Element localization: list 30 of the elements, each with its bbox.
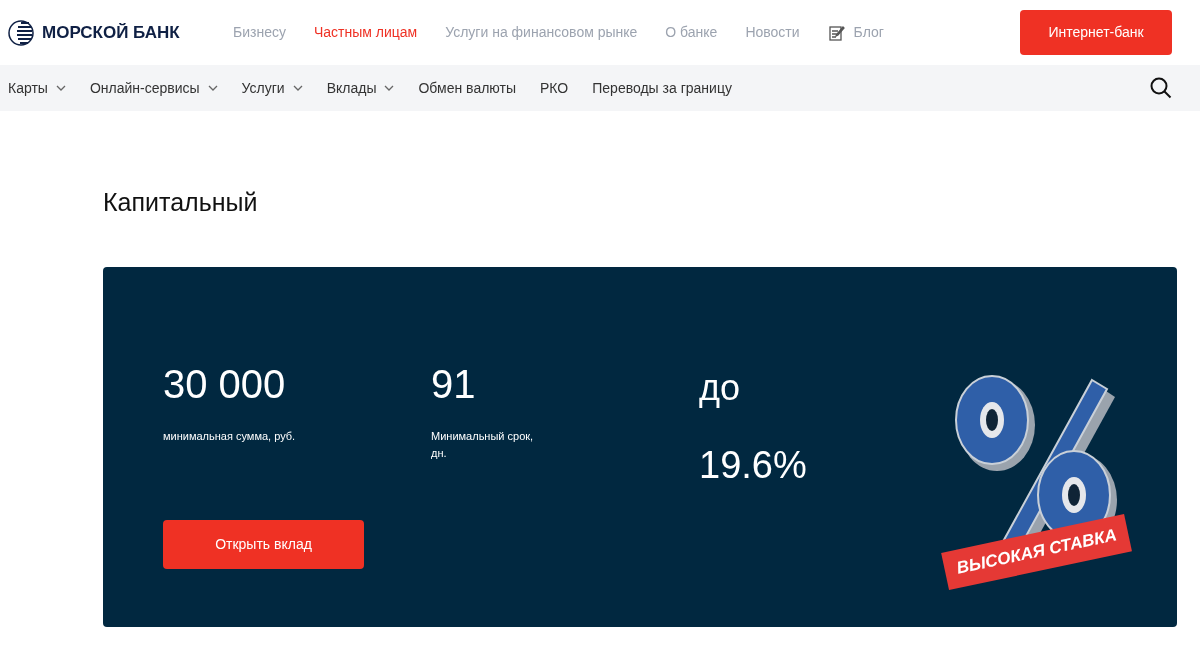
- category-nav-link[interactable]: Переводы за границу: [592, 77, 732, 99]
- chevron-down-icon: [384, 85, 395, 91]
- rate-prefix: до: [699, 369, 741, 406]
- internet-bank-button[interactable]: Интернет-банк: [1020, 10, 1172, 55]
- notepad-pencil-icon: [827, 23, 846, 42]
- top-nav-link[interactable]: Новости: [745, 22, 800, 43]
- category-nav-link[interactable]: Вклады: [326, 77, 395, 99]
- open-deposit-button[interactable]: Открыть вклад: [163, 520, 364, 569]
- chevron-down-icon: [207, 85, 218, 91]
- stat-caption: минимальная сумма, руб.: [163, 428, 297, 444]
- chevron-down-icon: [292, 85, 303, 91]
- top-nav-link[interactable]: Частным лицам: [313, 22, 418, 43]
- stat-value: 30 000: [163, 363, 286, 404]
- category-nav-link[interactable]: РКО: [540, 77, 569, 99]
- bank-logo-text: МОРСКОЙ БАНК: [42, 21, 180, 44]
- category-nav-link[interactable]: Услуги: [241, 77, 303, 99]
- page-title: Капитальный: [103, 187, 258, 218]
- search-icon[interactable]: [1150, 77, 1172, 99]
- rate-value: 19.6%: [699, 445, 807, 484]
- stat-value: 91: [431, 363, 476, 404]
- category-nav-link[interactable]: Карты: [8, 77, 66, 99]
- top-nav-link[interactable]: О банке: [665, 22, 718, 43]
- chevron-down-icon: [55, 85, 66, 91]
- category-nav-link[interactable]: Онлайн-сервисы: [89, 77, 218, 99]
- top-nav-link[interactable]: Бизнесу: [233, 22, 286, 43]
- logo-icon: [8, 19, 34, 46]
- stat-caption: Минимальный срок, дн.: [431, 428, 535, 461]
- top-nav-link[interactable]: Блог: [827, 22, 884, 43]
- top-nav-link[interactable]: Услуги на финансовом рынке: [445, 22, 638, 43]
- category-nav-link[interactable]: Обмен валюты: [418, 77, 516, 99]
